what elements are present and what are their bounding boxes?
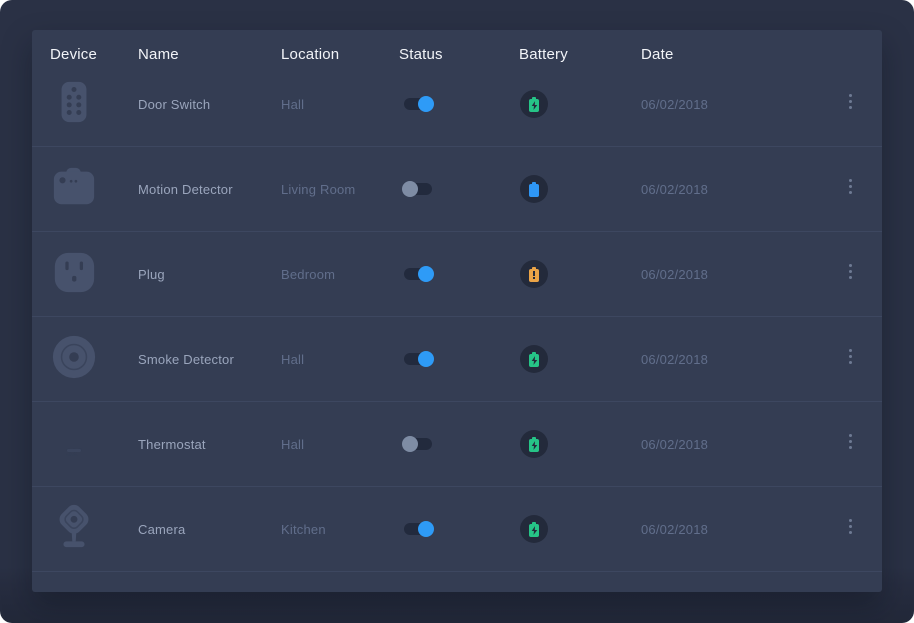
- table-row: Camera Kitchen 06/02/2018: [32, 487, 882, 572]
- thermostat-icon: 32°: [51, 420, 97, 468]
- status-toggle[interactable]: [404, 353, 432, 365]
- status-toggle[interactable]: [404, 523, 432, 535]
- device-location: Hall: [281, 437, 399, 452]
- device-location: Bedroom: [281, 267, 399, 282]
- table-row: Door Switch Hall 06/02/2018: [32, 62, 882, 147]
- device-date: 06/02/2018: [641, 97, 840, 112]
- device-date: 06/02/2018: [641, 437, 840, 452]
- smoke-detector-icon: [51, 333, 97, 381]
- row-menu-button[interactable]: [840, 513, 862, 541]
- device-name: Smoke Detector: [138, 352, 281, 367]
- device-date: 06/02/2018: [641, 522, 840, 537]
- kebab-vertical-icon: [849, 525, 852, 528]
- device-name: Camera: [138, 522, 281, 537]
- status-toggle[interactable]: [404, 98, 432, 110]
- row-menu-button[interactable]: [840, 258, 862, 286]
- motion-detector-icon: [51, 163, 97, 211]
- column-header-location: Location: [281, 46, 399, 63]
- remote-icon: [51, 78, 97, 126]
- battery-charging-icon: [520, 430, 548, 458]
- kebab-vertical-icon: [849, 270, 852, 273]
- toggle-knob: [418, 266, 434, 282]
- plug-icon: [51, 248, 97, 296]
- battery-low-icon: [520, 260, 548, 288]
- app-window: Device Name Location Status Battery Date…: [0, 0, 914, 623]
- device-name: Thermostat: [138, 437, 281, 452]
- table-row: Smoke Detector Hall 06/02/2018: [32, 317, 882, 402]
- kebab-vertical-icon: [849, 440, 852, 443]
- table-row: Motion Detector Living Room 06/02/2018: [32, 147, 882, 232]
- device-location: Hall: [281, 352, 399, 367]
- device-location: Kitchen: [281, 522, 399, 537]
- column-header-device: Device: [50, 46, 138, 63]
- row-menu-button[interactable]: [840, 343, 862, 371]
- column-header-name: Name: [138, 46, 281, 63]
- kebab-vertical-icon: [849, 355, 852, 358]
- device-date: 06/02/2018: [641, 267, 840, 282]
- device-name: Motion Detector: [138, 182, 281, 197]
- thermostat-dash: [67, 449, 81, 452]
- toggle-knob: [418, 351, 434, 367]
- status-toggle[interactable]: [404, 268, 432, 280]
- device-date: 06/02/2018: [641, 182, 840, 197]
- column-header-date: Date: [641, 46, 840, 63]
- device-location: Living Room: [281, 182, 399, 197]
- battery-charging-icon: [520, 515, 548, 543]
- device-date: 06/02/2018: [641, 352, 840, 367]
- devices-table: Device Name Location Status Battery Date…: [32, 30, 882, 592]
- row-menu-button[interactable]: [840, 88, 862, 116]
- device-location: Hall: [281, 97, 399, 112]
- table-row: 32° Thermostat Hall 06/02/2018: [32, 402, 882, 487]
- toggle-knob: [402, 436, 418, 452]
- toggle-knob: [418, 521, 434, 537]
- kebab-vertical-icon: [849, 185, 852, 188]
- toggle-knob: [402, 181, 418, 197]
- device-name: Door Switch: [138, 97, 281, 112]
- status-toggle[interactable]: [404, 438, 432, 450]
- kebab-vertical-icon: [849, 100, 852, 103]
- camera-icon: [51, 503, 97, 551]
- battery-charging-icon: [520, 345, 548, 373]
- status-toggle[interactable]: [404, 183, 432, 195]
- column-header-status: Status: [399, 46, 519, 63]
- row-menu-button[interactable]: [840, 428, 862, 456]
- column-header-battery: Battery: [519, 46, 641, 63]
- battery-full-icon: [520, 175, 548, 203]
- row-menu-button[interactable]: [840, 173, 862, 201]
- toggle-knob: [418, 96, 434, 112]
- battery-charging-icon: [520, 90, 548, 118]
- table-row: Plug Bedroom 06/02/2018: [32, 232, 882, 317]
- device-name: Plug: [138, 267, 281, 282]
- table-header: Device Name Location Status Battery Date: [32, 30, 882, 62]
